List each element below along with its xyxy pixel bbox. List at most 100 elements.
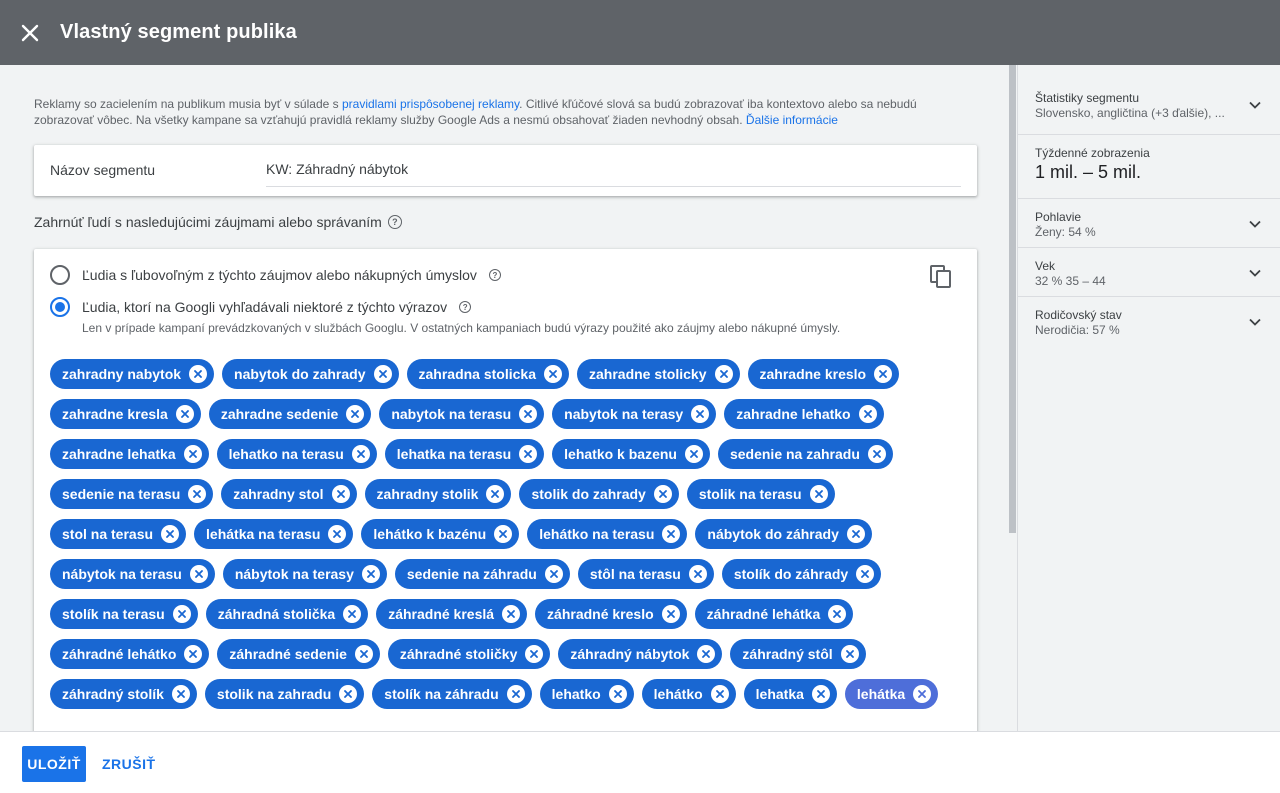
keyword-chip[interactable]: zahradne sedenie — [208, 399, 372, 429]
keyword-chip[interactable]: zahradne lehatko — [724, 399, 884, 429]
parental-status-section[interactable]: Rodičovský stav Nerodičia: 57 % — [1018, 297, 1280, 346]
keyword-chip[interactable]: lehátka — [844, 679, 939, 709]
keyword-chip[interactable]: záhradný stolík — [50, 679, 197, 709]
chevron-down-icon[interactable] — [1248, 98, 1262, 112]
keyword-chip[interactable]: lehátko k bazénu — [361, 519, 520, 549]
keyword-chip[interactable]: záhradné kreslá — [376, 599, 528, 629]
keyword-chip[interactable]: stolík na záhradu — [372, 679, 532, 709]
keyword-chip[interactable]: nabytok do zahrady — [222, 359, 399, 389]
close-circle-icon[interactable] — [161, 525, 180, 543]
keyword-chip[interactable]: stolík na terasu — [50, 599, 198, 629]
close-circle-icon[interactable] — [175, 405, 194, 423]
chevron-down-icon[interactable] — [1248, 266, 1262, 280]
keyword-chip[interactable]: zahradna stolicka — [406, 359, 569, 389]
scrollbar-thumb[interactable] — [1009, 65, 1016, 533]
keyword-chip[interactable]: zahradne stolicky — [577, 359, 740, 389]
close-circle-icon[interactable] — [661, 605, 680, 623]
radio-button-selected[interactable] — [50, 297, 70, 317]
close-circle-icon[interactable] — [608, 685, 627, 703]
close-circle-icon[interactable] — [697, 645, 716, 663]
close-circle-icon[interactable] — [373, 365, 392, 383]
keyword-chip[interactable]: lehátko na terasu — [527, 519, 688, 549]
close-circle-icon[interactable] — [710, 685, 729, 703]
chevron-down-icon[interactable] — [1248, 217, 1262, 231]
age-section[interactable]: Vek 32 % 35 – 44 — [1018, 248, 1280, 297]
help-icon[interactable]: ? — [488, 269, 501, 281]
close-circle-icon[interactable] — [809, 485, 828, 503]
close-circle-icon[interactable] — [189, 365, 208, 383]
close-circle-icon[interactable] — [171, 685, 190, 703]
keyword-chip[interactable]: lehatka — [743, 679, 837, 709]
close-circle-icon[interactable] — [506, 685, 525, 703]
keyword-chip[interactable]: nábytok na terasu — [50, 559, 215, 589]
close-circle-icon[interactable] — [544, 565, 563, 583]
keyword-chip[interactable]: záhradný stôl — [730, 639, 866, 669]
close-circle-icon[interactable] — [351, 445, 370, 463]
close-circle-icon[interactable] — [331, 485, 350, 503]
close-circle-icon[interactable] — [328, 525, 347, 543]
radio-option-interests[interactable]: Ľudia s ľubovoľným z týchto záujmov aleb… — [50, 265, 501, 285]
keyword-chip[interactable]: zahradne lehatka — [50, 439, 209, 469]
keyword-chip[interactable]: nábytok do záhrady — [695, 519, 872, 549]
keyword-chip[interactable]: záhradné stoličky — [387, 639, 551, 669]
keyword-chip[interactable]: stolik na zahradu — [204, 679, 365, 709]
close-circle-icon[interactable] — [544, 365, 562, 383]
keyword-chip[interactable]: nabytok na terasy — [552, 399, 717, 429]
policy-link[interactable]: pravidlami prispôsobenej reklamy — [342, 97, 519, 111]
learn-more-link[interactable]: Ďalšie informácie — [746, 113, 838, 127]
keyword-chip[interactable]: sedenie na záhradu — [394, 559, 570, 589]
keyword-chip[interactable]: zahradny stol — [221, 479, 357, 509]
close-circle-icon[interactable] — [840, 645, 859, 663]
keyword-chip[interactable]: zahradny stolik — [364, 479, 512, 509]
keyword-chip[interactable]: lehatko — [539, 679, 634, 709]
keyword-chip[interactable]: lehátko — [641, 679, 736, 709]
close-circle-icon[interactable] — [519, 445, 538, 463]
keyword-chip[interactable]: lehatko k bazenu — [552, 439, 710, 469]
radio-button[interactable] — [50, 265, 70, 285]
keyword-chip[interactable]: nábytok na terasy — [222, 559, 387, 589]
keyword-chip[interactable]: zahradne kreslo — [747, 359, 900, 389]
close-circle-icon[interactable] — [486, 485, 505, 503]
keyword-chip[interactable]: stolík do záhrady — [721, 559, 882, 589]
close-circle-icon[interactable] — [913, 685, 932, 703]
close-circle-icon[interactable] — [874, 365, 893, 383]
close-circle-icon[interactable] — [172, 605, 191, 623]
keyword-chip[interactable]: lehátka na terasu — [194, 519, 354, 549]
close-circle-icon[interactable] — [856, 565, 875, 583]
close-circle-icon[interactable] — [811, 685, 830, 703]
close-circle-icon[interactable] — [354, 645, 373, 663]
close-circle-icon[interactable] — [691, 405, 710, 423]
keyword-chip[interactable]: stol na terasu — [50, 519, 187, 549]
help-icon[interactable]: ? — [387, 215, 402, 229]
keyword-chip[interactable]: sedenie na zahradu — [717, 439, 893, 469]
close-circle-icon[interactable] — [183, 445, 202, 463]
radio-option-searched[interactable]: Ľudia, ktorí na Googli vyhľadávali niekt… — [50, 297, 472, 317]
close-circle-icon[interactable] — [867, 445, 886, 463]
close-circle-icon[interactable] — [688, 565, 707, 583]
close-circle-icon[interactable] — [502, 605, 521, 623]
close-circle-icon[interactable] — [188, 485, 207, 503]
keyword-chip[interactable]: stolik do zahrady — [519, 479, 679, 509]
keyword-chip[interactable]: záhradné sedenie — [217, 639, 380, 669]
save-button[interactable]: ULOŽIŤ — [22, 746, 86, 782]
stats-section[interactable]: Štatistiky segmentu Slovensko, angličtin… — [1018, 65, 1280, 135]
close-circle-icon[interactable] — [684, 445, 703, 463]
keyword-chip[interactable]: zahradny nabytok — [50, 359, 215, 389]
close-circle-icon[interactable] — [189, 565, 208, 583]
keyword-chip[interactable]: záhradná stolička — [205, 599, 369, 629]
segment-name-input[interactable]: KW: Záhradný nábytok — [266, 161, 408, 177]
keyword-chip[interactable]: záhradné lehátka — [694, 599, 854, 629]
close-circle-icon[interactable] — [525, 645, 544, 663]
keyword-chip[interactable]: záhradné kreslo — [535, 599, 687, 629]
close-circle-icon[interactable] — [828, 605, 847, 623]
help-icon[interactable]: ? — [459, 301, 472, 313]
close-circle-icon[interactable] — [846, 525, 865, 543]
close-button[interactable] — [0, 0, 60, 65]
close-circle-icon[interactable] — [184, 645, 203, 663]
close-circle-icon[interactable] — [343, 605, 362, 623]
keyword-chip[interactable]: záhradné lehátko — [50, 639, 210, 669]
keyword-chip[interactable]: stôl na terasu — [577, 559, 714, 589]
gender-section[interactable]: Pohlavie Ženy: 54 % — [1018, 199, 1280, 248]
close-circle-icon[interactable] — [662, 525, 681, 543]
close-circle-icon[interactable] — [858, 405, 877, 423]
